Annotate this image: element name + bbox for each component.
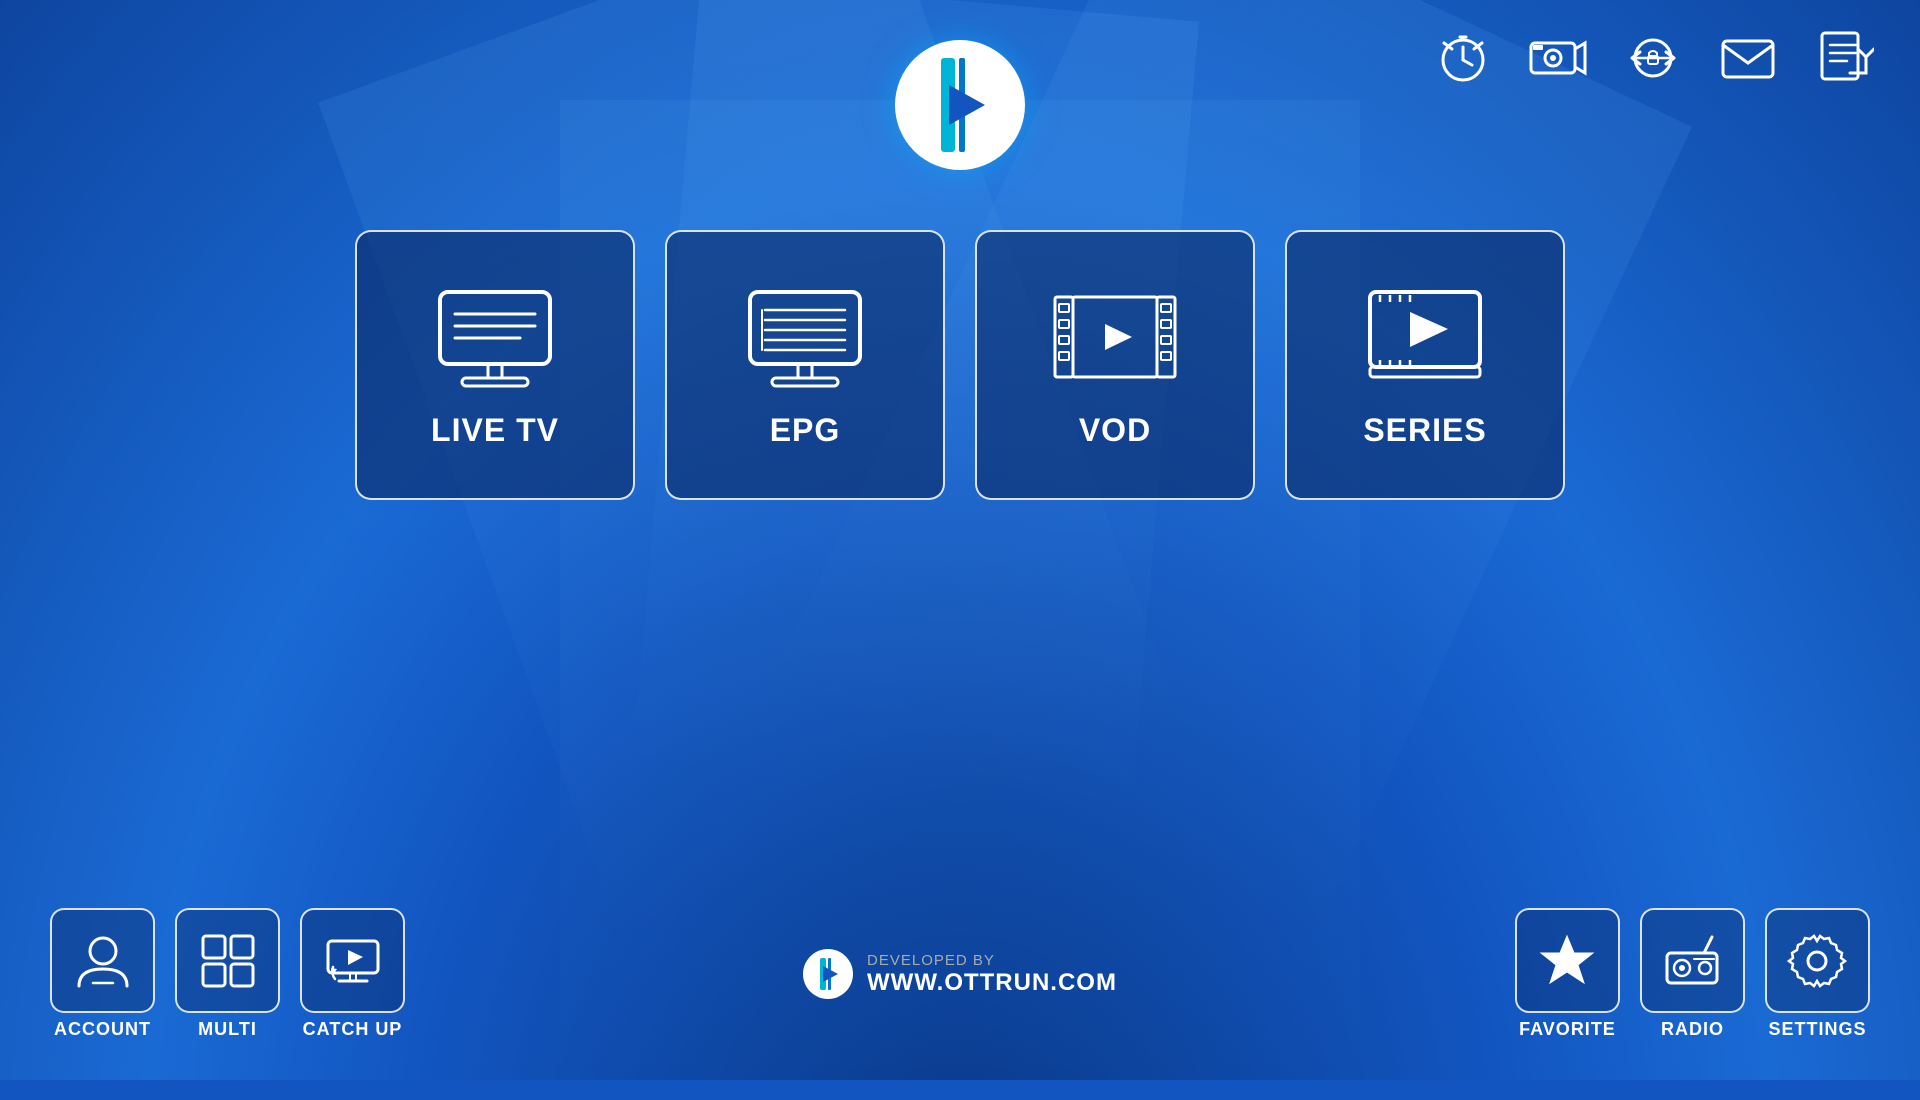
epg-button[interactable]: EPG: [665, 230, 945, 500]
favorite-label: FAVORITE: [1519, 1019, 1616, 1040]
epg-icon: [740, 282, 870, 392]
radio-button[interactable]: RADIO: [1640, 908, 1745, 1040]
bottom-left-actions: ACCOUNT MULTI: [50, 908, 405, 1040]
live-tv-button[interactable]: LIVE TV: [355, 230, 635, 500]
multi-label: MULTI: [198, 1019, 257, 1040]
catch-up-label: CATCH UP: [303, 1019, 403, 1040]
series-label: SERIES: [1363, 412, 1486, 449]
settings-label: SETTINGS: [1768, 1019, 1866, 1040]
msg-button[interactable]: [1710, 20, 1785, 95]
rec-button[interactable]: [1520, 20, 1595, 95]
bottom-right-actions: FAVORITE: [1515, 908, 1870, 1040]
radio-label: RADIO: [1661, 1019, 1724, 1040]
live-tv-icon: [430, 282, 560, 392]
app-logo: [895, 40, 1025, 170]
main-menu: LIVE TV: [355, 230, 1565, 500]
update-button[interactable]: [1805, 20, 1880, 95]
vod-button[interactable]: VOD: [975, 230, 1255, 500]
brand-logo: [803, 949, 853, 999]
live-tv-label: LIVE TV: [431, 412, 559, 449]
account-button[interactable]: ACCOUNT: [50, 908, 155, 1040]
vod-label: VOD: [1079, 412, 1151, 449]
vpn-button[interactable]: [1615, 20, 1690, 95]
series-icon: [1360, 282, 1490, 392]
favorite-button[interactable]: FAVORITE: [1515, 908, 1620, 1040]
account-label: ACCOUNT: [54, 1019, 151, 1040]
alarm-button[interactable]: [1425, 20, 1500, 95]
epg-label: EPG: [770, 412, 841, 449]
catch-up-button[interactable]: CATCH UP: [300, 908, 405, 1040]
brand-url: WWW.OTTRUN.COM: [867, 969, 1117, 997]
vod-icon: [1050, 282, 1180, 392]
series-button[interactable]: SERIES: [1285, 230, 1565, 500]
brand-developed-by: DEVELOPED BY: [867, 952, 1117, 969]
bottom-bar: ACCOUNT MULTI: [0, 908, 1920, 1040]
brand-area: DEVELOPED BY WWW.OTTRUN.COM: [803, 949, 1117, 999]
multi-button[interactable]: MULTI: [175, 908, 280, 1040]
settings-button[interactable]: SETTINGS: [1765, 908, 1870, 1040]
top-toolbar: [1425, 20, 1880, 95]
